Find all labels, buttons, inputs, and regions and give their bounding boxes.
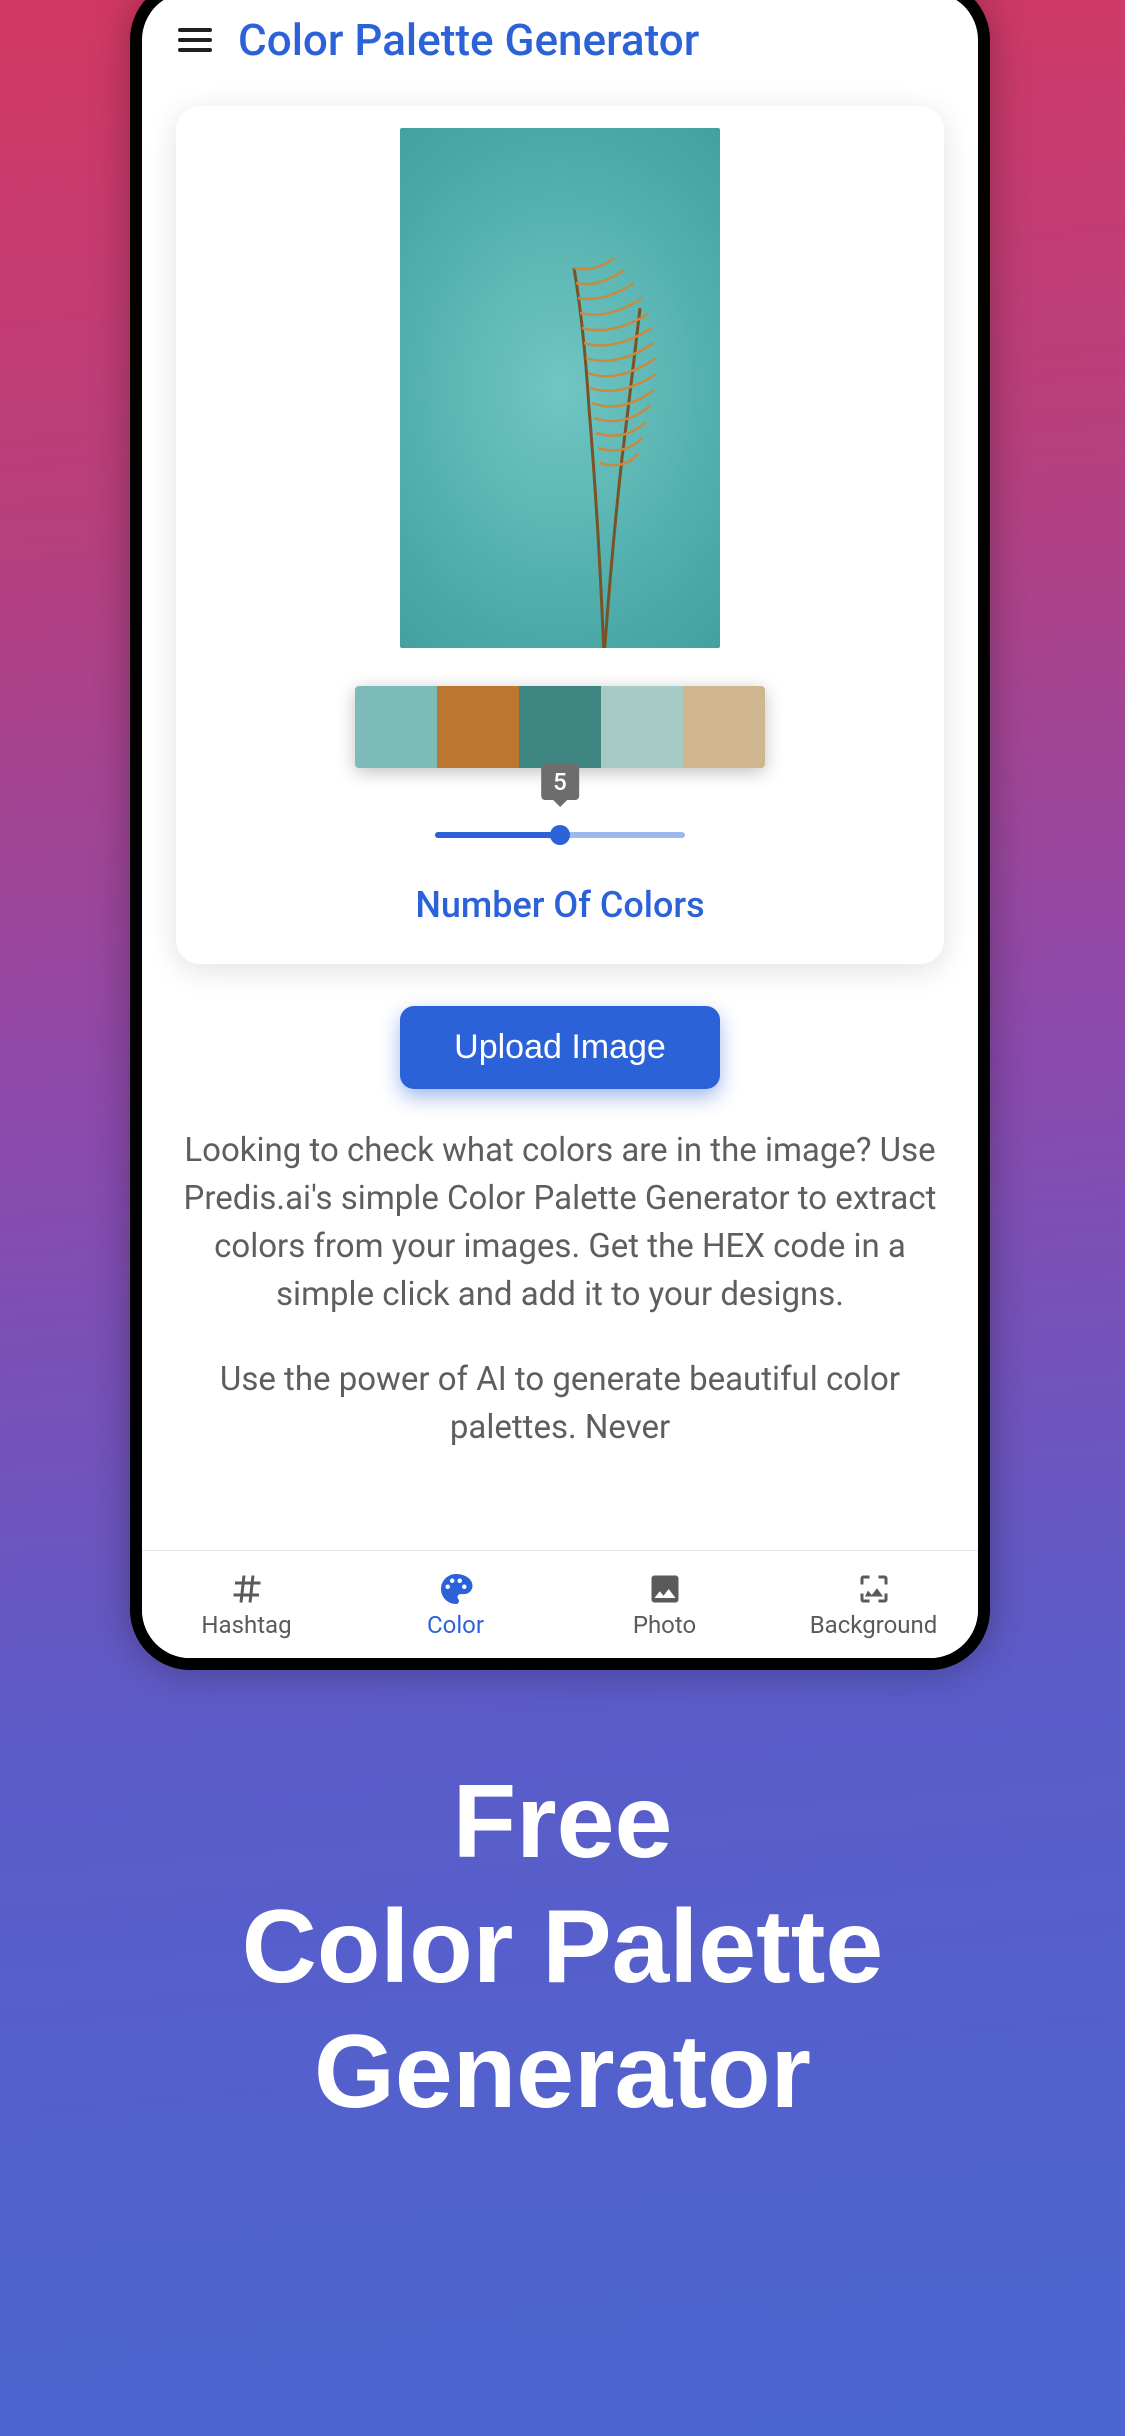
swatch-2 [437,686,519,768]
palette-card: 5 Number Of Colors [176,106,944,964]
color-count-label: Number Of Colors [415,884,704,926]
tab-hashtag[interactable]: Hashtag [142,1551,351,1658]
swatch-4 [601,686,683,768]
preview-image [400,128,720,648]
hashtag-icon [229,1571,265,1607]
tab-photo[interactable]: Photo [560,1551,769,1658]
header: Color Palette Generator [142,0,978,78]
tab-hashtag-label: Hashtag [201,1611,291,1639]
description-p2: Use the power of AI to generate beautifu… [182,1356,938,1452]
tab-background[interactable]: Background [769,1551,978,1658]
page-title: Color Palette Generator [238,14,699,66]
swatch-5 [683,686,765,768]
promo-line-3: Generator [0,2010,1125,2135]
slider-tooltip: 5 [541,764,579,800]
tab-color[interactable]: Color [351,1551,560,1658]
swatch-1 [355,686,437,768]
palette-icon [438,1571,474,1607]
promo-text: Free Color Palette Generator [0,1760,1125,2134]
tab-color-label: Color [427,1611,484,1639]
description: Looking to check what colors are in the … [182,1127,938,1452]
upload-image-button[interactable]: Upload Image [400,1006,720,1089]
phone-frame: Color Palette Generator [130,0,990,1670]
photo-icon [647,1571,683,1607]
slider-thumb[interactable] [550,825,570,845]
bottom-tabbar: Hashtag Color Photo Background [142,1550,978,1658]
description-p1: Looking to check what colors are in the … [182,1127,938,1318]
tab-photo-label: Photo [633,1611,696,1639]
menu-icon[interactable] [178,28,212,52]
swatch-3 [519,686,601,768]
slider-fill [435,832,560,838]
background-icon [856,1571,892,1607]
tab-background-label: Background [810,1611,938,1639]
phone-screen: Color Palette Generator [142,0,978,1658]
palette-swatches [355,686,765,768]
color-count-slider[interactable]: 5 [435,798,685,858]
promo-line-2: Color Palette [0,1885,1125,2010]
promo-line-1: Free [0,1760,1125,1885]
